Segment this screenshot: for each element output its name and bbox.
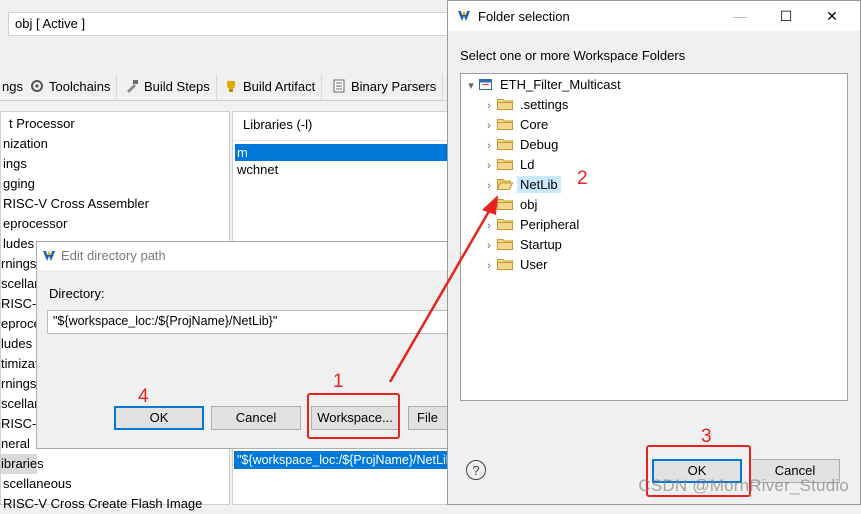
annotation-arrow [388,195,498,383]
watermark: CSDN @MornRiver_Studio [638,476,849,495]
